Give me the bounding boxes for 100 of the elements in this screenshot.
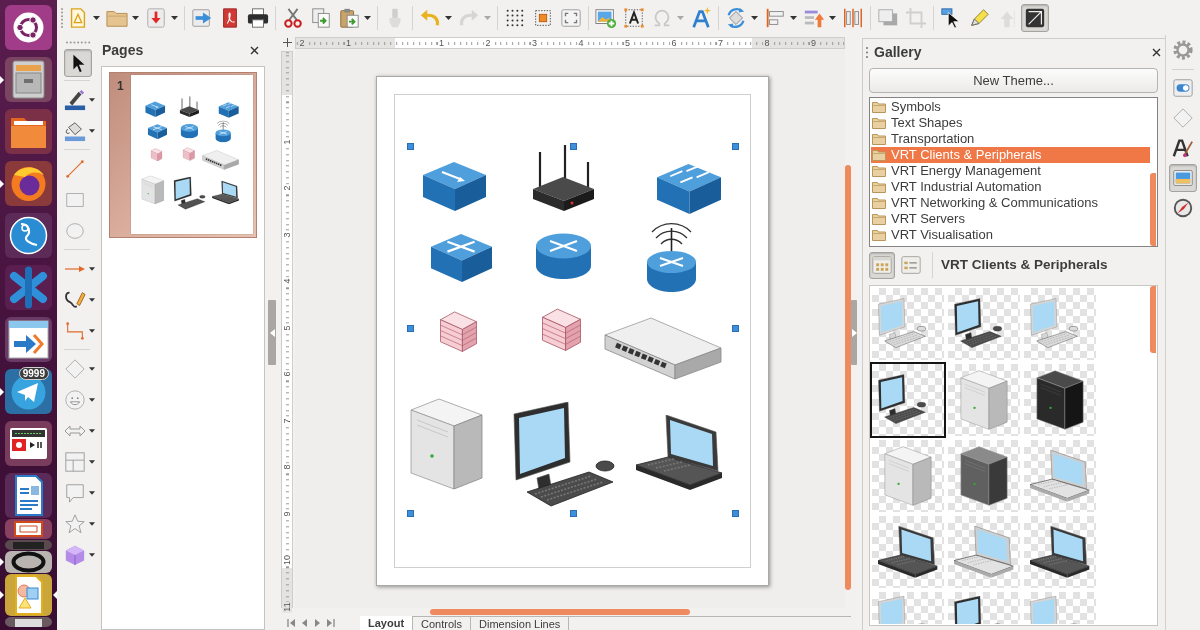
gallery-item[interactable] [870, 362, 946, 438]
printer-icon [247, 6, 269, 29]
router-drawing [535, 232, 592, 280]
toggle-switch-icon [1172, 77, 1194, 99]
letter-sparkle-icon [690, 6, 712, 29]
file-cabinet-icon[interactable] [5, 57, 52, 102]
cube-icon [64, 543, 86, 566]
theme-item[interactable]: VRT Visualisation [871, 227, 1150, 243]
ruler-number: 3 [531, 38, 538, 48]
double-arrow-icon [64, 424, 86, 437]
ruler-number: 6 [670, 38, 678, 48]
scrollbar-thumb[interactable] [430, 609, 690, 615]
folder-icon [872, 197, 886, 209]
folder-icon[interactable] [5, 109, 52, 154]
ruler-number: 2 [282, 184, 292, 192]
folder-icon [872, 229, 886, 241]
circle-logo-icon[interactable] [5, 5, 52, 50]
panel-title: Gallery [874, 44, 922, 61]
ruler-number: 1 [345, 38, 352, 48]
wireless-router-drawing [646, 222, 697, 293]
smiley-icon [64, 388, 86, 411]
theme-item[interactable]: Symbols [871, 99, 1150, 115]
theme-item[interactable]: VRT Networking & Communications [871, 195, 1150, 211]
ruler-number: 5 [282, 324, 292, 331]
pointer-box-icon [940, 6, 962, 29]
left-arrow-icon [269, 328, 275, 337]
theme-title: VRT Clients & Peripherals [941, 256, 1108, 274]
network-switch-drawing [430, 232, 493, 283]
icon-view-icon [872, 255, 892, 275]
toolbar-grip-icon[interactable] [60, 6, 64, 29]
network-switch-drawing [422, 160, 487, 212]
theme-item[interactable]: VRT Energy Management [871, 163, 1150, 179]
diamond-icon [1172, 107, 1194, 129]
selection-handle[interactable] [570, 143, 577, 150]
selection-handle[interactable] [732, 143, 739, 150]
selection-handle[interactable] [407, 510, 414, 517]
theme-item[interactable]: Text Shapes [871, 115, 1150, 131]
theme-item[interactable]: VRT Industrial Automation [871, 179, 1150, 195]
line-icon [64, 157, 86, 180]
ruler-number: 9 [282, 510, 292, 517]
paint-bucket-icon [64, 119, 86, 142]
close-button[interactable] [1150, 46, 1163, 59]
square-arrow-button[interactable] [1021, 3, 1049, 32]
toolbar-grip-icon[interactable] [65, 41, 91, 44]
icon-view-button[interactable] [869, 251, 895, 279]
scissors-icon [282, 6, 304, 29]
scrollbar-thumb[interactable] [1150, 286, 1156, 353]
folder-icon [872, 165, 886, 177]
previous-icon[interactable] [300, 618, 309, 628]
next-icon[interactable] [313, 618, 322, 628]
close-icon [1152, 48, 1161, 57]
sheet-tab[interactable]: Layout [360, 616, 414, 630]
diamond-icon [64, 357, 86, 380]
paper-plane-icon[interactable] [5, 369, 52, 414]
scrollbar-thumb[interactable] [1150, 173, 1156, 246]
globe-icon[interactable] [5, 161, 52, 206]
pen-color-icon [64, 88, 86, 111]
ruler-number: 2 [298, 38, 306, 48]
shapes-document-icon[interactable] [5, 574, 52, 616]
selection-handle[interactable] [570, 510, 577, 517]
asterisk-icon[interactable] [5, 265, 52, 310]
close-button[interactable] [248, 44, 261, 57]
theme-item[interactable]: VRT Servers [871, 211, 1150, 227]
window-arrows-icon[interactable] [5, 317, 52, 362]
selection-handle[interactable] [407, 325, 414, 332]
last-page-icon[interactable] [326, 618, 335, 628]
sheet-tab[interactable]: Dimension Lines [471, 617, 570, 630]
folder-icon [872, 149, 886, 161]
network-switch-drawing [656, 162, 722, 215]
presentation-icon[interactable] [5, 519, 52, 539]
selection-handle[interactable] [407, 143, 414, 150]
document-icon[interactable] [5, 473, 52, 518]
detail-view-icon [901, 255, 921, 275]
pointer-tool-button[interactable] [64, 49, 92, 77]
app-tile-icon[interactable] [5, 540, 52, 550]
panel-grip-icon[interactable] [865, 46, 869, 59]
app-icon[interactable] [5, 617, 52, 627]
frame-corners-icon [560, 6, 582, 29]
right-arrow-icon [851, 328, 857, 337]
recorder-icon[interactable] [5, 421, 52, 466]
folder-icon [872, 213, 886, 225]
ring-icon[interactable] [5, 551, 52, 573]
folder-icon [872, 101, 886, 113]
page-thumbnail[interactable]: 1 [109, 72, 257, 238]
collapse-handle[interactable] [851, 300, 857, 365]
copy-icon [310, 6, 332, 29]
scrollbar-thumb[interactable] [845, 165, 851, 590]
theme-item[interactable]: Transportation [871, 131, 1150, 147]
ruler-number: 9 [810, 38, 817, 48]
new-theme-button[interactable]: New Theme... [869, 68, 1158, 93]
first-page-icon[interactable] [287, 618, 296, 628]
folder-icon [872, 117, 886, 129]
collapse-handle[interactable] [268, 300, 276, 365]
selection-handle[interactable] [732, 325, 739, 332]
folder-icon [872, 133, 886, 145]
sheet-tab[interactable]: Controls [413, 617, 472, 630]
antenna-router-drawing [532, 145, 595, 212]
ruler-number: 10 [282, 554, 292, 566]
selection-handle[interactable] [732, 510, 739, 517]
folder-icon [872, 181, 886, 193]
